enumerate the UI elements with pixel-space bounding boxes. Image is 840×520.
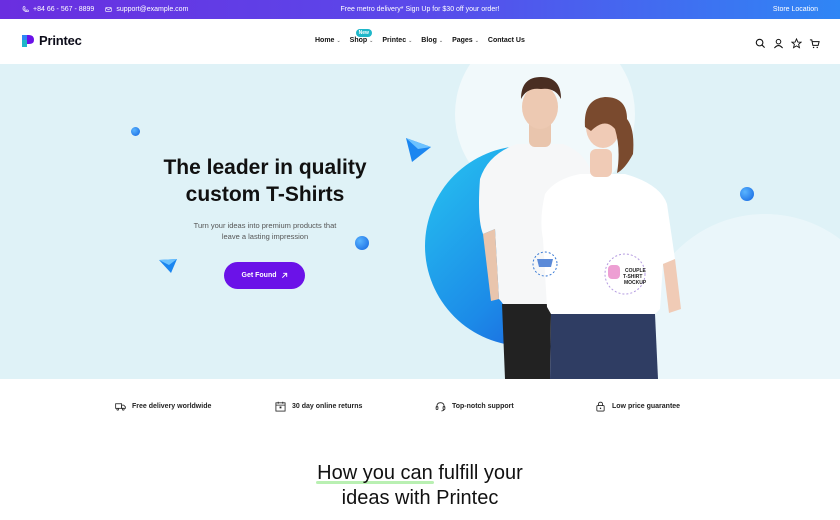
search-icon[interactable] xyxy=(755,36,766,49)
nav-printec-label: Printec xyxy=(382,37,407,44)
nav-shop[interactable]: New Shop ⌄ xyxy=(349,29,374,44)
hero-subtitle-line2: leave a lasting impression xyxy=(221,232,309,241)
star-icon[interactable] xyxy=(790,36,803,49)
store-location-link[interactable]: Store Location xyxy=(773,6,818,13)
get-found-button[interactable]: Get Found xyxy=(224,262,305,289)
email-address: support@example.com xyxy=(116,6,189,13)
decor-dot xyxy=(131,127,140,136)
section-title-line2: ideas with Printec xyxy=(341,487,499,509)
chevron-down-icon: ⌄ xyxy=(336,37,341,44)
arrow-up-right-icon xyxy=(281,272,287,279)
shirt-print-line3: MOCKUP xyxy=(624,280,647,286)
nav-pages-label: Pages xyxy=(452,37,473,44)
logo-text: Printec xyxy=(39,33,82,48)
chevron-down-icon: ⌄ xyxy=(369,37,374,44)
feature-label: 30 day online returns xyxy=(292,403,363,410)
phone-number: +84 66 - 567 - 8899 xyxy=(33,6,95,13)
phone-icon xyxy=(22,6,29,13)
lock-icon xyxy=(596,401,605,412)
section-title-line1: How you can fulfill your xyxy=(317,462,523,484)
top-bar: +84 66 - 567 - 8899 support@example.com … xyxy=(0,0,840,19)
nav-shop-label: Shop xyxy=(349,37,368,44)
email-contact[interactable]: support@example.com xyxy=(105,6,188,13)
nav-blog-label: Blog xyxy=(421,37,437,44)
header-icons xyxy=(755,36,820,49)
calendar-icon xyxy=(275,401,286,412)
decor-dot xyxy=(740,187,754,201)
nav-home[interactable]: Home ⌄ xyxy=(315,37,341,44)
feature-item: 30 day online returns xyxy=(275,401,362,412)
feature-label: Top-notch support xyxy=(452,403,514,410)
main-nav: Home ⌄ New Shop ⌄ Printec ⌄ Blog ⌄ Pages… xyxy=(315,29,525,44)
nav-contact-label: Contact Us xyxy=(487,37,525,44)
logo[interactable]: Printec xyxy=(22,33,82,48)
logo-mark-icon xyxy=(22,34,34,47)
nav-contact[interactable]: Contact Us xyxy=(488,37,525,44)
features-bar: Free delivery worldwide 30 day online re… xyxy=(0,379,840,435)
cart-icon[interactable] xyxy=(809,36,820,49)
phone-contact[interactable]: +84 66 - 567 - 8899 xyxy=(22,6,94,13)
hero-title: The leader in quality custom T-Shirts xyxy=(130,154,400,208)
decor-triangle xyxy=(406,138,431,162)
site-header: Printec Home ⌄ New Shop ⌄ Printec ⌄ Blog… xyxy=(0,19,840,64)
nav-blog[interactable]: Blog ⌄ xyxy=(421,37,443,44)
nav-pages[interactable]: Pages ⌄ xyxy=(452,37,479,44)
headset-icon xyxy=(435,402,446,412)
feature-item: Free delivery worldwide xyxy=(115,401,211,412)
nav-printec[interactable]: Printec ⌄ xyxy=(382,37,412,44)
new-badge: New xyxy=(355,29,372,37)
hero-title-line1: The leader in quality xyxy=(163,156,367,179)
hero-title-line2: custom T-Shirts xyxy=(185,183,345,206)
hero-section: COUPLE T-SHIRT MOCKUP The leader in qual… xyxy=(0,64,840,379)
hero-subtitle-line1: Turn your ideas into premium products th… xyxy=(193,221,337,230)
feature-label: Low price guarantee xyxy=(612,403,681,410)
truck-icon xyxy=(115,403,126,411)
chevron-down-icon: ⌄ xyxy=(438,37,444,44)
feature-item: Top-notch support xyxy=(435,401,514,412)
chevron-down-icon: ⌄ xyxy=(474,37,479,44)
get-found-label: Get Found xyxy=(241,272,277,279)
nav-home-label: Home xyxy=(315,37,335,44)
hero-subtitle: Turn your ideas into premium products th… xyxy=(170,220,360,242)
hero-models-image: COUPLE T-SHIRT MOCKUP xyxy=(479,77,681,379)
contact-info: +84 66 - 567 - 8899 support@example.com xyxy=(22,6,188,13)
feature-item: Low price guarantee xyxy=(595,401,680,412)
feature-label: Free delivery worldwide xyxy=(132,403,212,410)
user-icon[interactable] xyxy=(773,36,784,49)
decor-triangle xyxy=(159,259,177,273)
section-title: How you can fulfill your ideas with Prin… xyxy=(250,461,590,511)
chevron-down-icon: ⌄ xyxy=(408,37,413,44)
mail-icon xyxy=(105,7,112,12)
